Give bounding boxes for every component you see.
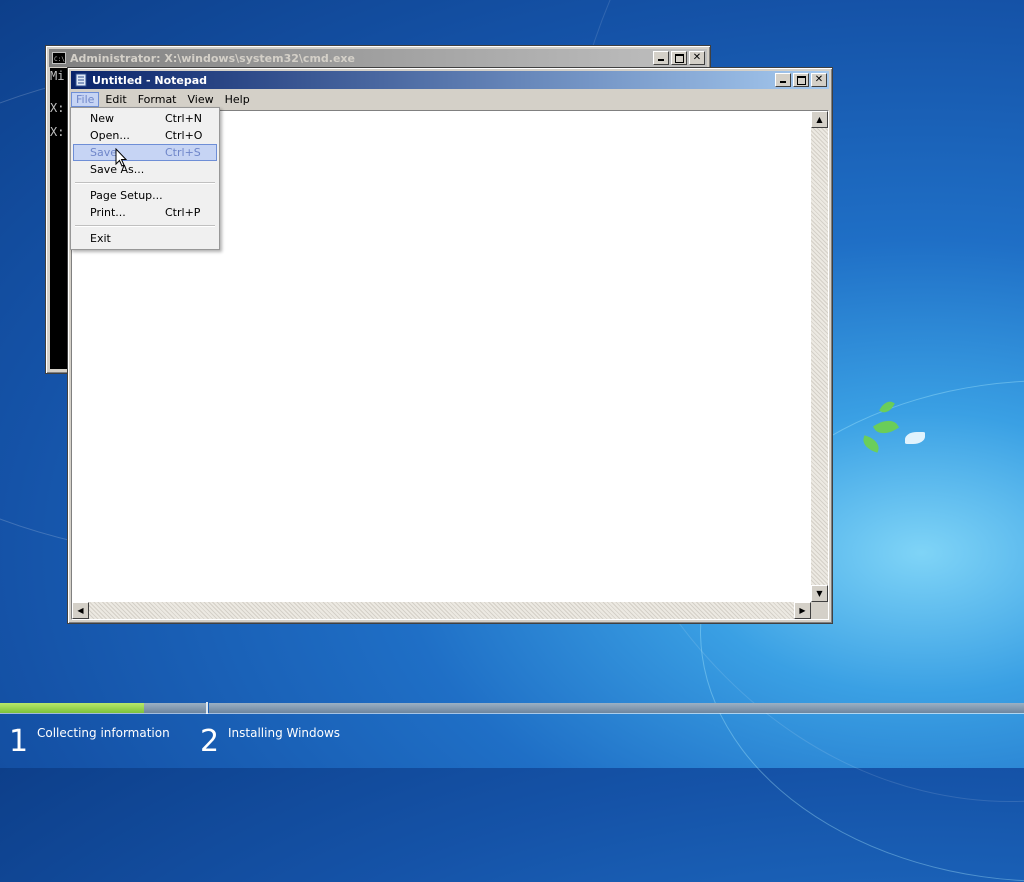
file-menu-dropdown: New Ctrl+N Open... Ctrl+O Save Ctrl+S Sa… [70,107,220,250]
menu-file[interactable]: File [71,92,100,107]
close-button[interactable]: ✕ [689,51,705,65]
size-grip [811,602,828,619]
menu-separator [75,225,215,227]
scroll-down-button[interactable]: ▼ [811,585,828,602]
maximize-icon [675,54,684,63]
notepad-icon [74,73,88,87]
horizontal-scrollbar[interactable]: ◀ ▶ [72,602,811,619]
mouse-pointer-icon [115,148,128,167]
menu-edit[interactable]: Edit [100,92,131,107]
vertical-scrollbar[interactable]: ▲ ▼ [811,111,828,602]
step-label: Installing Windows [228,726,341,740]
maximize-button[interactable] [793,73,809,87]
step-number: 1 [9,724,29,759]
close-icon: ✕ [814,74,824,85]
menu-item-page-setup[interactable]: Page Setup... [73,187,217,204]
close-icon: ✕ [692,52,702,63]
minimize-button[interactable] [775,73,791,87]
menu-item-save[interactable]: Save Ctrl+S [73,144,217,161]
menu-item-open[interactable]: Open... Ctrl+O [73,127,217,144]
menu-format[interactable]: Format [133,92,182,107]
menu-item-print[interactable]: Print... Ctrl+P [73,204,217,221]
menu-item-exit[interactable]: Exit [73,230,217,247]
step-label: Collecting information [37,726,170,740]
progress-fill [0,703,145,713]
maximize-button[interactable] [671,51,687,65]
svg-text:C:\: C:\ [54,56,65,63]
minimize-button[interactable] [653,51,669,65]
notepad-titlebar[interactable]: Untitled - Notepad ✕ [71,71,829,89]
menu-item-save-as[interactable]: Save As... [73,161,217,178]
setup-progress-panel: 1 Collecting information 2 Installing Wi… [0,702,1024,768]
scroll-up-button[interactable]: ▲ [811,111,828,128]
menu-separator [75,182,215,184]
scroll-right-button[interactable]: ▶ [794,602,811,619]
menu-view[interactable]: View [183,92,219,107]
progress-installing [209,703,1024,713]
minimize-icon [780,81,786,83]
cmd-title: Administrator: X:\windows\system32\cmd.e… [70,51,355,65]
close-button[interactable]: ✕ [811,73,827,87]
step-number: 2 [200,724,220,759]
maximize-icon [797,76,806,85]
menu-help[interactable]: Help [220,92,255,107]
cmd-titlebar[interactable]: C:\ Administrator: X:\windows\system32\c… [49,49,707,67]
menu-item-new[interactable]: New Ctrl+N [73,110,217,127]
notepad-title: Untitled - Notepad [92,73,208,87]
minimize-icon [658,59,664,61]
progress-underline [0,713,1024,714]
progress-collecting [0,703,206,713]
scroll-left-button[interactable]: ◀ [72,602,89,619]
cmd-icon: C:\ [52,51,66,65]
